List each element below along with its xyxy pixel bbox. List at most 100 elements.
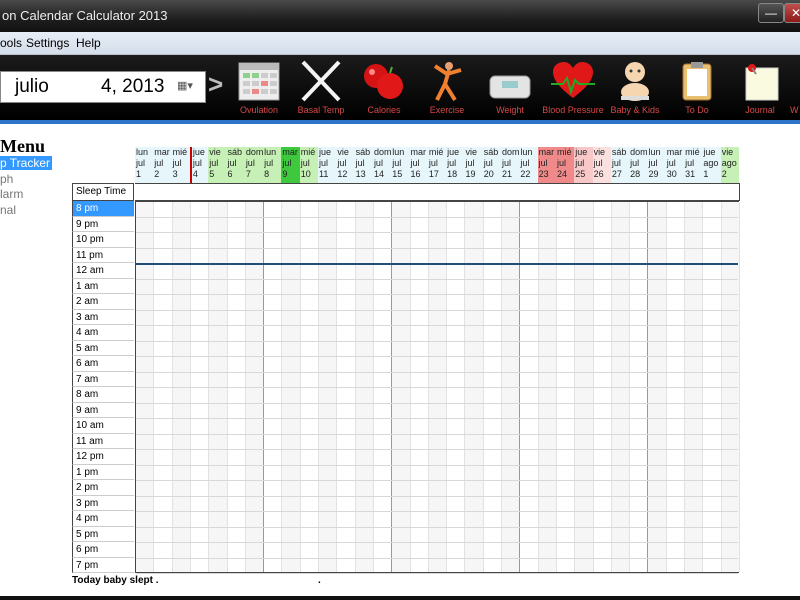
day-checkbox[interactable] (354, 183, 374, 201)
day-header-dow: mar (666, 147, 683, 157)
day-checkbox[interactable] (153, 183, 173, 201)
day-checkbox[interactable] (629, 183, 649, 201)
day-header-d: 30 (666, 169, 677, 179)
day-header[interactable]: mié jul 17 (427, 147, 447, 183)
day-checkbox[interactable] (391, 183, 411, 201)
day-header[interactable]: jue jul 25 (574, 147, 593, 183)
day-checkbox[interactable] (446, 183, 466, 201)
day-checkbox[interactable] (665, 183, 686, 201)
grid-row-line (136, 216, 738, 218)
day-header[interactable]: mar jul 23 (537, 147, 556, 183)
tool-basal-temp[interactable]: Basal Temp (290, 57, 352, 119)
tool-exercise[interactable]: Exercise (416, 57, 478, 119)
menu-tools[interactable]: ools (0, 36, 22, 50)
day-checkbox[interactable] (372, 183, 393, 201)
side-menu-item-journal[interactable]: nal (0, 203, 16, 217)
grid-row-line (136, 325, 738, 326)
tool-calories[interactable]: Calories (353, 57, 415, 119)
hour-label: 10 pm (72, 232, 134, 248)
day-checkbox[interactable] (299, 183, 320, 201)
day-checkbox[interactable] (482, 183, 503, 201)
day-header[interactable]: mié jul 24 (555, 147, 575, 183)
day-header[interactable]: dom jul 21 (501, 147, 520, 183)
tool-baby-kids[interactable]: Baby & Kids (604, 57, 666, 119)
day-header[interactable]: jue ago 1 (702, 147, 721, 183)
day-checkbox[interactable] (592, 183, 612, 201)
tool-journal[interactable]: Journal (729, 57, 791, 119)
day-header[interactable]: dom jul 7 (244, 147, 264, 183)
day-checkbox[interactable] (720, 183, 740, 201)
day-header[interactable]: sáb jul 13 (354, 147, 373, 183)
grid-row-line (136, 464, 738, 466)
day-header-d: 29 (648, 169, 659, 179)
hour-label: 6 am (72, 356, 134, 372)
day-header[interactable]: jue jul 18 (446, 147, 465, 183)
day-checkbox[interactable] (226, 183, 246, 201)
day-header[interactable]: sáb jul 27 (610, 147, 630, 183)
day-checkbox[interactable] (501, 183, 521, 201)
day-checkbox[interactable] (610, 183, 631, 201)
menu-settings[interactable]: Settings (26, 36, 69, 50)
tool-more[interactable]: W (790, 57, 800, 119)
day-header[interactable]: mar jul 16 (409, 147, 428, 183)
day-checkbox[interactable] (208, 183, 228, 201)
day-checkbox[interactable] (281, 183, 301, 201)
close-button[interactable]: ✕ (784, 3, 800, 23)
menu-help[interactable]: Help (76, 36, 101, 50)
day-header[interactable]: sáb jul 6 (226, 147, 245, 183)
day-checkbox[interactable] (464, 183, 484, 201)
day-header[interactable]: vie ago 2 (720, 147, 739, 183)
calendar-dropdown-icon[interactable]: ▦▾ (177, 79, 199, 94)
day-checkbox[interactable] (537, 183, 557, 201)
day-checkbox[interactable] (318, 183, 338, 201)
day-header[interactable]: dom jul 28 (629, 147, 648, 183)
day-header[interactable]: jue jul 4 (189, 147, 209, 183)
day-header[interactable]: mar jul 9 (281, 147, 300, 183)
date-picker[interactable]: julio 4, 2013 ▦▾ (0, 71, 206, 103)
day-checkbox[interactable] (263, 183, 283, 201)
day-header-mon: jul (373, 158, 383, 168)
day-checkbox[interactable] (702, 183, 722, 201)
day-checkbox[interactable] (171, 183, 191, 201)
day-header[interactable]: lun jul 1 (135, 147, 154, 183)
tool-to-do[interactable]: To Do (666, 57, 728, 119)
day-header[interactable]: vie jul 12 (336, 147, 355, 183)
tool-weight[interactable]: Weight (479, 57, 541, 119)
day-header[interactable]: mié jul 10 (299, 147, 319, 183)
tool-blood-pressure[interactable]: Blood Pressure (542, 57, 604, 119)
day-header-mon: jul (666, 158, 676, 168)
next-date-button[interactable]: > (208, 69, 223, 100)
tool-ovulation[interactable]: Ovulation (228, 57, 290, 119)
day-header[interactable]: vie jul 19 (464, 147, 483, 183)
day-header[interactable]: lun jul 15 (391, 147, 410, 183)
day-header[interactable]: mié jul 31 (684, 147, 703, 183)
day-checkbox[interactable] (519, 183, 539, 201)
day-header[interactable]: mié jul 3 (171, 147, 190, 183)
day-checkbox[interactable] (336, 183, 356, 201)
day-checkbox[interactable] (574, 183, 594, 201)
day-checkbox[interactable] (244, 183, 265, 201)
day-header[interactable]: lun jul 22 (519, 147, 538, 183)
day-checkbox[interactable] (135, 183, 155, 201)
minimize-button[interactable]: — (758, 3, 784, 23)
day-checkbox[interactable] (647, 183, 667, 201)
day-checkbox[interactable] (684, 183, 704, 201)
side-menu-item-sleep-tracker[interactable]: p Tracker (0, 156, 53, 170)
sleep-grid[interactable] (135, 201, 740, 574)
day-header[interactable]: mar jul 30 (665, 147, 685, 183)
day-header[interactable]: jue jul 11 (318, 147, 337, 183)
day-checkbox[interactable] (555, 183, 576, 201)
side-menu-item-graph[interactable]: ph (0, 172, 13, 186)
day-header[interactable]: lun jul 29 (647, 147, 666, 183)
day-header[interactable]: vie jul 5 (208, 147, 227, 183)
day-header[interactable]: lun jul 8 (263, 147, 282, 183)
day-header[interactable]: dom jul 14 (372, 147, 392, 183)
day-header[interactable]: vie jul 26 (592, 147, 611, 183)
day-header-mon: jul (192, 158, 202, 168)
day-header[interactable]: mar jul 2 (153, 147, 172, 183)
side-menu-item-alarm[interactable]: larm (0, 187, 23, 201)
day-checkbox[interactable] (409, 183, 429, 201)
day-checkbox[interactable] (427, 183, 448, 201)
day-checkbox[interactable] (189, 183, 210, 201)
day-header[interactable]: sáb jul 20 (482, 147, 502, 183)
